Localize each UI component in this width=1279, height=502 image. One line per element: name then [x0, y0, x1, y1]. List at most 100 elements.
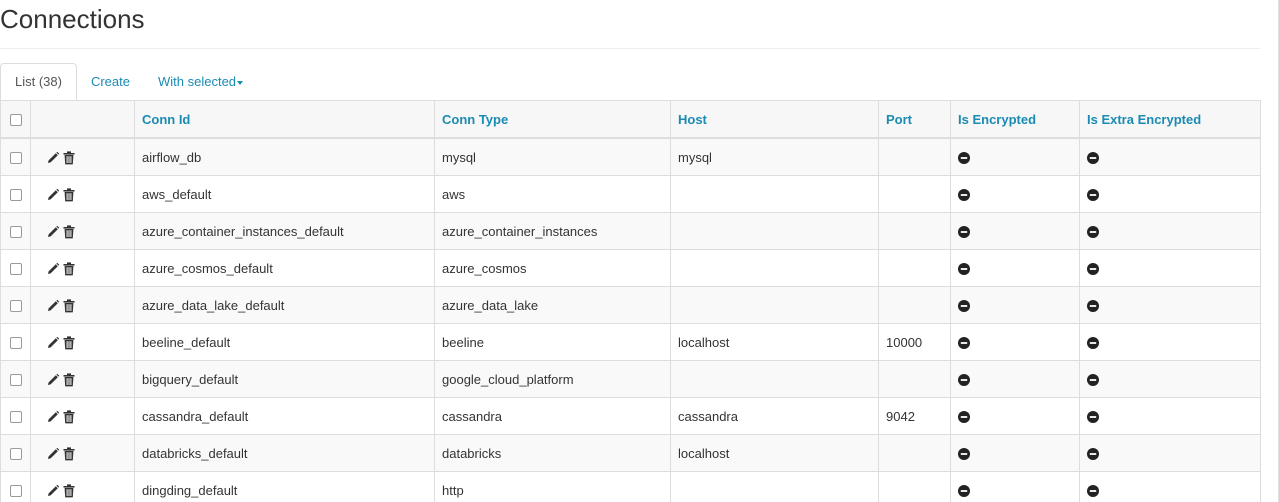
cell-is-extra-encrypted	[1079, 323, 1261, 361]
pencil-icon[interactable]	[46, 262, 60, 276]
row-checkbox[interactable]	[10, 411, 22, 424]
pencil-icon[interactable]	[46, 299, 60, 313]
cell-is-encrypted	[950, 286, 1080, 324]
row-checkbox[interactable]	[10, 189, 22, 202]
minus-circle-icon	[958, 374, 970, 387]
minus-circle-icon	[1087, 263, 1099, 276]
minus-circle-icon	[1087, 485, 1099, 498]
cell-port	[878, 360, 951, 398]
row-select-cell	[0, 471, 31, 502]
trash-icon[interactable]	[63, 262, 75, 276]
cell-port	[878, 249, 951, 287]
row-actions-cell	[30, 249, 135, 287]
cell-is-encrypted	[950, 175, 1080, 213]
minus-circle-icon	[1087, 411, 1099, 424]
trash-icon[interactable]	[63, 410, 75, 424]
column-header-port[interactable]: Port	[878, 100, 951, 139]
cell-conn-id: azure_cosmos_default	[134, 249, 435, 287]
cell-is-encrypted	[950, 212, 1080, 250]
cell-port	[878, 286, 951, 324]
select-all-checkbox[interactable]	[10, 114, 22, 127]
cell-is-extra-encrypted	[1079, 249, 1261, 287]
cell-host	[670, 471, 879, 502]
trash-icon[interactable]	[63, 336, 75, 350]
minus-circle-icon	[1087, 189, 1099, 202]
pencil-icon[interactable]	[46, 373, 60, 387]
cell-conn-type: mysql	[434, 137, 671, 176]
cell-conn-type: beeline	[434, 323, 671, 361]
table-row: aws_default aws	[0, 175, 1261, 213]
cell-port	[878, 212, 951, 250]
tab-with-selected[interactable]: With selected	[144, 64, 257, 100]
row-actions-cell	[30, 471, 135, 502]
trash-icon[interactable]	[63, 373, 75, 387]
trash-icon[interactable]	[63, 484, 75, 498]
trash-icon[interactable]	[63, 447, 75, 461]
table-row: azure_data_lake_default azure_data_lake	[0, 286, 1261, 324]
pencil-icon[interactable]	[46, 410, 60, 424]
row-checkbox[interactable]	[10, 300, 22, 313]
row-checkbox[interactable]	[10, 448, 22, 461]
column-header-is-extra-encrypted[interactable]: Is Extra Encrypted	[1079, 100, 1261, 139]
cell-is-extra-encrypted	[1079, 360, 1261, 398]
cell-conn-id: databricks_default	[134, 434, 435, 472]
pencil-icon[interactable]	[46, 484, 60, 498]
cell-host: localhost	[670, 323, 879, 361]
row-checkbox[interactable]	[10, 152, 22, 165]
cell-is-encrypted	[950, 323, 1080, 361]
cell-conn-id: dingding_default	[134, 471, 435, 502]
actions-header	[30, 100, 135, 139]
cell-conn-type: google_cloud_platform	[434, 360, 671, 398]
minus-circle-icon	[1087, 226, 1099, 239]
row-checkbox[interactable]	[10, 263, 22, 276]
pencil-icon[interactable]	[46, 336, 60, 350]
trash-icon[interactable]	[63, 225, 75, 239]
cell-conn-id: cassandra_default	[134, 397, 435, 435]
row-select-cell	[0, 397, 31, 435]
table-row: azure_container_instances_default azure_c…	[0, 212, 1261, 250]
trash-icon[interactable]	[63, 299, 75, 313]
cell-port: 10000	[878, 323, 951, 361]
connections-page: Connections List (38) Create With select…	[0, 0, 1279, 502]
cell-host	[670, 175, 879, 213]
row-checkbox[interactable]	[10, 337, 22, 350]
trash-icon[interactable]	[63, 151, 75, 165]
trash-icon[interactable]	[63, 188, 75, 202]
pencil-icon[interactable]	[46, 151, 60, 165]
with-selected-label: With selected	[158, 74, 237, 89]
cell-conn-id: aws_default	[134, 175, 435, 213]
view-tabs: List (38) Create With selected	[0, 63, 1260, 101]
row-actions-cell	[30, 137, 135, 176]
row-checkbox[interactable]	[10, 374, 22, 387]
row-actions-cell	[30, 175, 135, 213]
pencil-icon[interactable]	[46, 188, 60, 202]
row-select-cell	[0, 249, 31, 287]
pencil-icon[interactable]	[46, 225, 60, 239]
caret-down-icon	[237, 80, 244, 85]
cell-is-encrypted	[950, 397, 1080, 435]
column-header-host[interactable]: Host	[670, 100, 879, 139]
row-actions-cell	[30, 360, 135, 398]
row-checkbox[interactable]	[10, 485, 22, 498]
cell-is-encrypted	[950, 249, 1080, 287]
minus-circle-icon	[1087, 300, 1099, 313]
row-select-cell	[0, 286, 31, 324]
row-checkbox[interactable]	[10, 226, 22, 239]
row-select-cell	[0, 212, 31, 250]
column-header-conn-type[interactable]: Conn Type	[434, 100, 671, 139]
pencil-icon[interactable]	[46, 447, 60, 461]
table-body: airflow_db mysql mysql aws_default aws azure_…	[0, 137, 1261, 502]
cell-host: cassandra	[670, 397, 879, 435]
minus-circle-icon	[1087, 152, 1099, 165]
table-row: beeline_default beeline localhost 10000	[0, 323, 1261, 361]
cell-conn-id: azure_container_instances_default	[134, 212, 435, 250]
tab-create[interactable]: Create	[77, 64, 144, 100]
column-header-conn-id[interactable]: Conn Id	[134, 100, 435, 139]
tab-list[interactable]: List (38)	[0, 63, 77, 101]
cell-is-extra-encrypted	[1079, 137, 1261, 176]
minus-circle-icon	[958, 226, 970, 239]
column-header-is-encrypted[interactable]: Is Encrypted	[950, 100, 1080, 139]
minus-circle-icon	[1087, 337, 1099, 350]
row-select-cell	[0, 323, 31, 361]
cell-conn-type: cassandra	[434, 397, 671, 435]
